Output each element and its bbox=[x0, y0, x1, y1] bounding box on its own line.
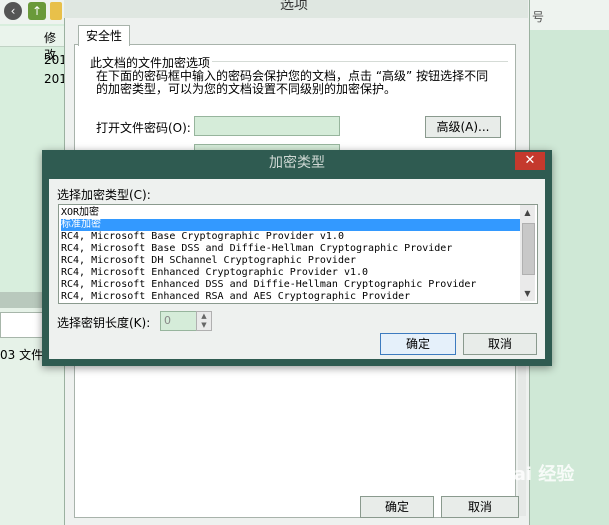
file-type-label: 03 文件 bbox=[0, 348, 44, 362]
list-item[interactable]: RC4, Microsoft Base Cryptographic Provid… bbox=[61, 231, 521, 243]
encryption-dialog-title: 加密类型 bbox=[269, 155, 325, 171]
encryption-ok-button[interactable]: 确定 bbox=[380, 333, 456, 355]
list-item[interactable]: RC4, Microsoft DH SChannel Cryptographic… bbox=[61, 255, 521, 267]
folder-icon bbox=[50, 2, 62, 20]
right-header-label: 号 bbox=[532, 10, 545, 24]
encryption-type-list[interactable]: XOR加密 标准加密 RC4, Microsoft Base Cryptogra… bbox=[58, 204, 538, 304]
scroll-down-icon[interactable]: ▼ bbox=[520, 286, 535, 301]
back-arrow-icon[interactable]: ‹ bbox=[4, 2, 22, 20]
group-divider bbox=[212, 61, 508, 62]
options-ok-button[interactable]: 确定 bbox=[360, 496, 434, 518]
key-length-label: 选择密钥长度(K): bbox=[57, 316, 151, 330]
encryption-cancel-button[interactable]: 取消 bbox=[463, 333, 537, 355]
encryption-list-label: 选择加密类型(C): bbox=[57, 188, 151, 202]
list-item-selected[interactable]: 标准加密 bbox=[61, 219, 521, 231]
watermark-logo: Bai 经验 bbox=[500, 464, 575, 485]
scroll-up-icon[interactable]: ▲ bbox=[520, 205, 535, 220]
list-item[interactable]: RC4, Microsoft Enhanced DSS and Diffie-H… bbox=[61, 279, 521, 291]
list-item[interactable]: RC4, Microsoft Base DSS and Diffie-Hellm… bbox=[61, 243, 521, 255]
up-folder-icon[interactable]: ↑ bbox=[28, 2, 46, 20]
advanced-button[interactable]: 高级(A)... bbox=[425, 116, 501, 138]
tab-security[interactable]: 安全性 bbox=[78, 25, 130, 46]
right-column-header[interactable]: 号 bbox=[528, 0, 609, 31]
key-length-input[interactable]: 0 bbox=[160, 311, 199, 331]
list-item[interactable]: XOR加密 bbox=[61, 207, 521, 219]
options-dialog-title: 选项 bbox=[280, 0, 308, 13]
key-length-stepper[interactable]: ▲ ▼ bbox=[196, 311, 212, 331]
open-password-label: 打开文件密码(O): bbox=[96, 121, 191, 135]
list-item[interactable]: RC4, Microsoft Enhanced Cryptographic Pr… bbox=[61, 267, 521, 279]
options-cancel-button[interactable]: 取消 bbox=[441, 496, 519, 518]
encryption-description: 在下面的密码框中输入的密码会保护您的文档，点击 “高级” 按钮选择不同的加密类型… bbox=[96, 69, 489, 96]
list-item[interactable]: RC4, Microsoft Enhanced RSA and AES Cryp… bbox=[61, 291, 521, 303]
open-password-input[interactable] bbox=[194, 116, 340, 136]
scroll-thumb[interactable] bbox=[522, 223, 535, 275]
column-header[interactable]: 修改 bbox=[0, 26, 66, 62]
close-icon[interactable]: ✕ bbox=[515, 152, 545, 170]
